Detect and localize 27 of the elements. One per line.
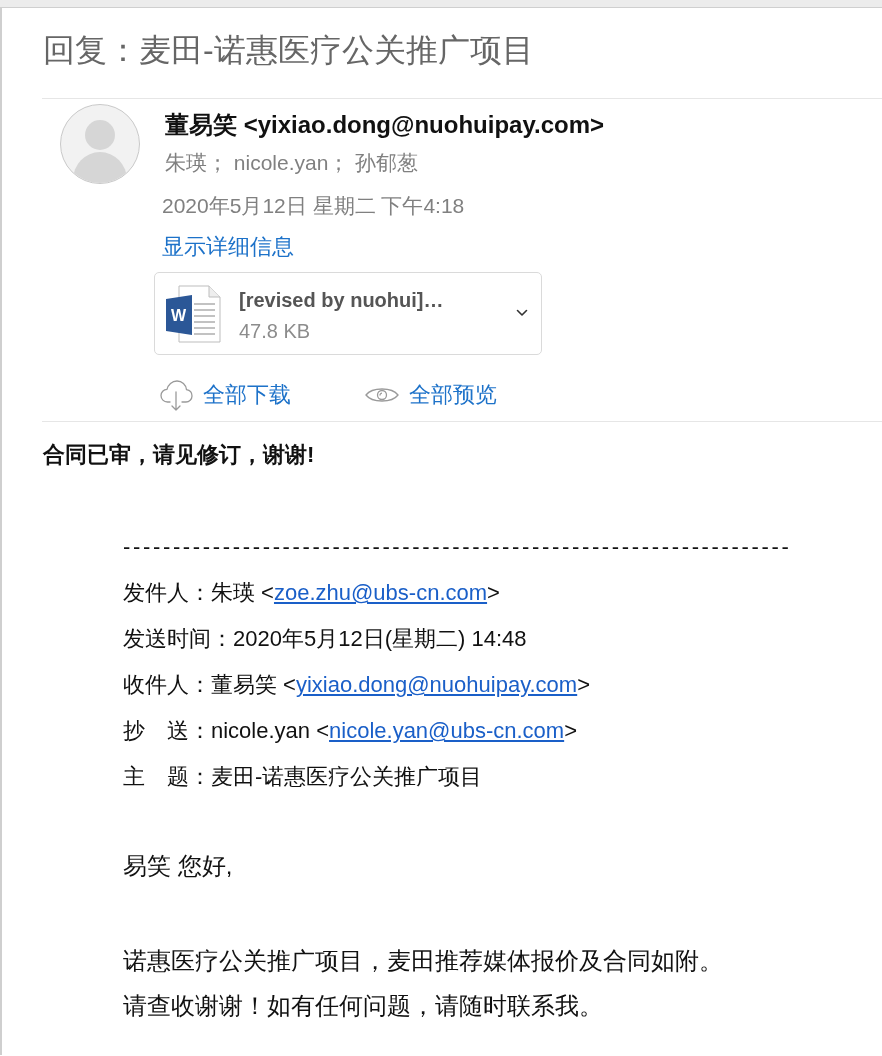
quoted-header-line: 发送时间：2020年5月12日(星期二) 14:48 (123, 625, 527, 653)
reply-message: 合同已审，请见修订，谢谢! (43, 441, 315, 469)
email-link[interactable]: yixiao.dong@nuohuipay.com (295, 672, 578, 697)
quoted-header-line: 收件人：董易笑 <yixiao.dong@nuohuipay.com> (123, 671, 591, 699)
quoted-header-line: 发件人：朱瑛 <zoe.zhu@ubs-cn.com> (123, 579, 500, 607)
caret-icon[interactable] (516, 309, 528, 317)
greeting: 易笑 您好, (123, 851, 233, 881)
quoted-header-line: 主 题：麦田-诺惠医疗公关推广项目 (123, 763, 483, 791)
download-all-button[interactable]: 全部下载 (159, 378, 291, 412)
attachment-size: 47.8 KB (239, 319, 311, 344)
show-details-link[interactable]: 显示详细信息 (162, 232, 294, 262)
attachment-card[interactable]: W [revised by nuohui]… 47.8 KB (154, 272, 542, 355)
recipient-list: 朱瑛； nicole.yan； 孙郁葱 (165, 148, 419, 178)
message-line: 诺惠医疗公关推广项目，麦田推荐媒体报价及合同如附。 (123, 946, 723, 976)
eye-icon (365, 386, 399, 404)
preview-all-button[interactable]: 全部预览 (365, 380, 497, 410)
email-link[interactable]: nicole.yan@ubs-cn.com (329, 718, 565, 743)
quoted-header-line: 抄 送：nicole.yan <nicole.yan@ubs-cn.com> (123, 717, 577, 745)
avatar-icon (60, 104, 140, 184)
dashed-separator: ------------------------------------------------------------------- (123, 533, 792, 561)
message-subject: 回复：麦田-诺惠医疗公关推广项目 (42, 31, 535, 70)
sender-name: 董易笑 <yixiao.dong@nuohuipay.com> (165, 110, 604, 140)
sent-date: 2020年5月12日 星期二 下午4:18 (162, 193, 465, 219)
cloud-download-icon (159, 378, 193, 412)
message-line: 请查收谢谢！如有任何问题，请随时联系我。 (123, 991, 603, 1021)
attachment-name: [revised by nuohui]… (239, 288, 444, 313)
email-link[interactable]: zoe.zhu@ubs-cn.com (273, 580, 488, 605)
